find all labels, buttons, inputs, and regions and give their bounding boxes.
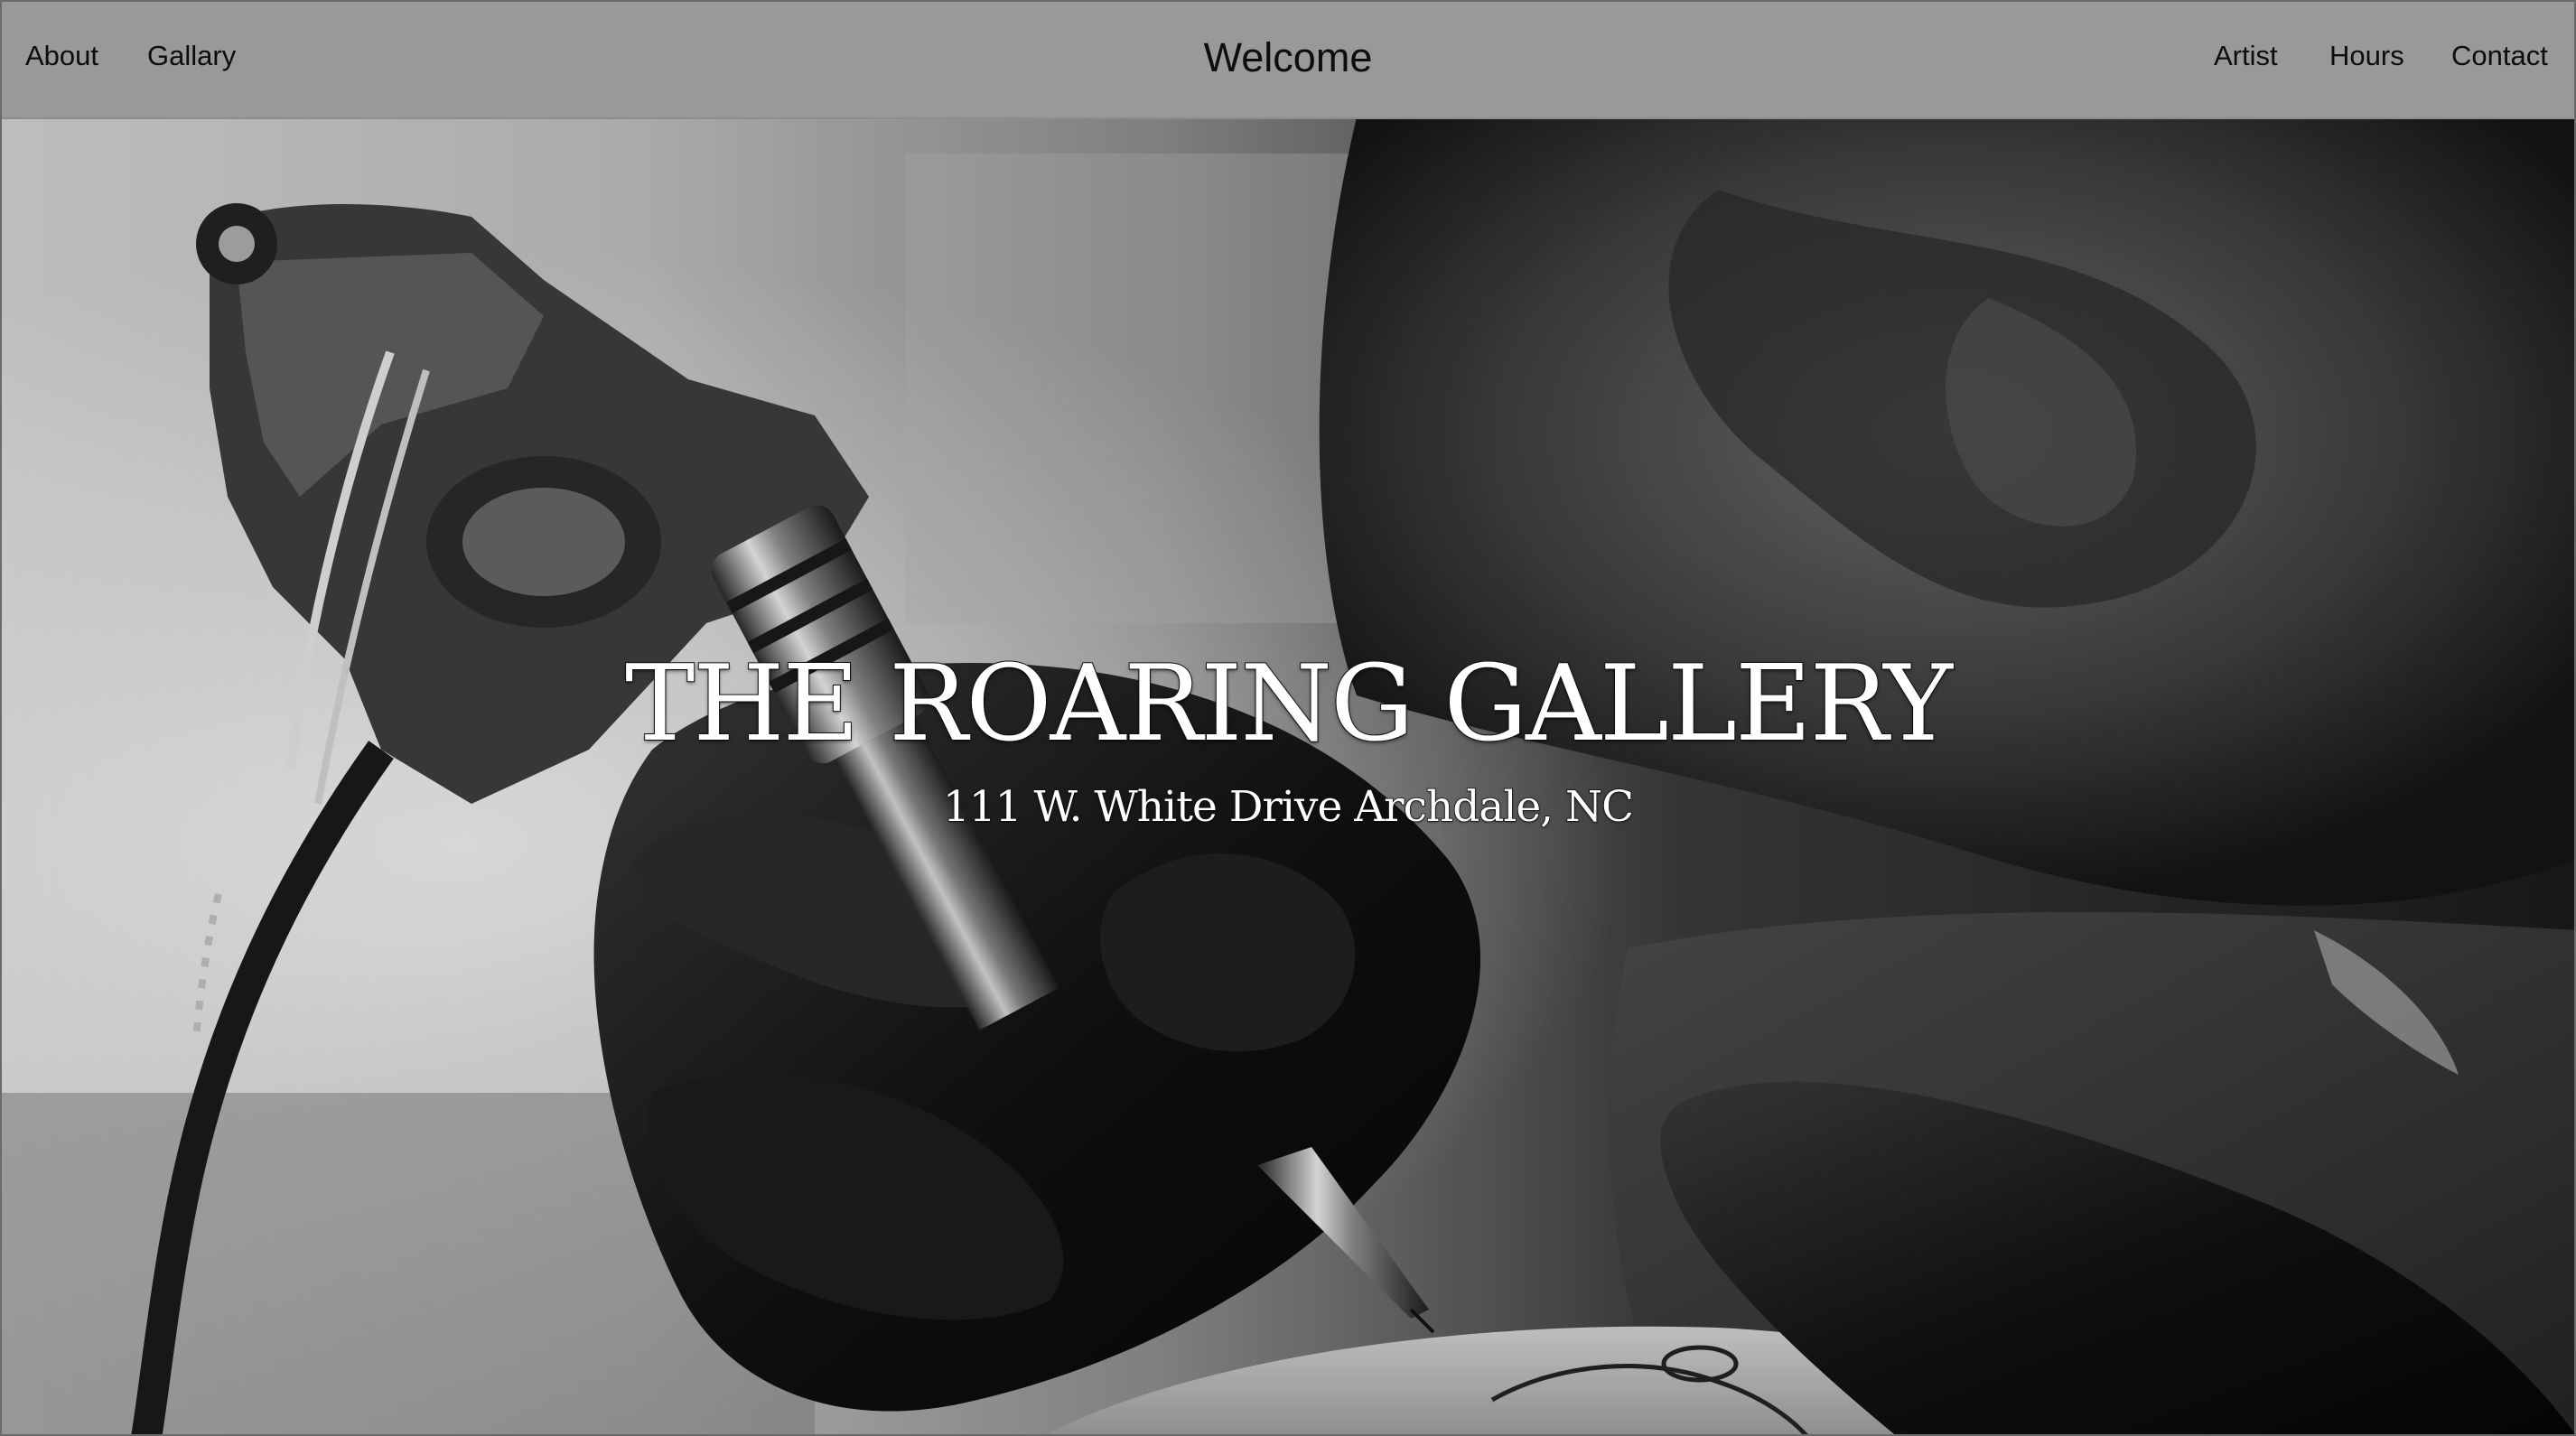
top-navbar: About Gallary Welcome Artist Hours Conta… bbox=[2, 2, 2574, 119]
nav-link-artist[interactable]: Artist bbox=[2214, 40, 2278, 72]
nav-title-welcome: Welcome bbox=[1203, 34, 1373, 80]
nav-link-contact[interactable]: Contact bbox=[2451, 40, 2548, 72]
nav-link-hours[interactable]: Hours bbox=[2329, 40, 2404, 72]
hero-tattoo-photo bbox=[2, 117, 2574, 1434]
page: About Gallary Welcome Artist Hours Conta… bbox=[0, 0, 2576, 1436]
hero-address: 111 W. White Drive Archdale, NC bbox=[942, 781, 1635, 833]
hero-title: THE ROARING GALLERY bbox=[624, 642, 1954, 766]
hero-section: THE ROARING GALLERY 111 W. White Drive A… bbox=[2, 117, 2574, 1434]
